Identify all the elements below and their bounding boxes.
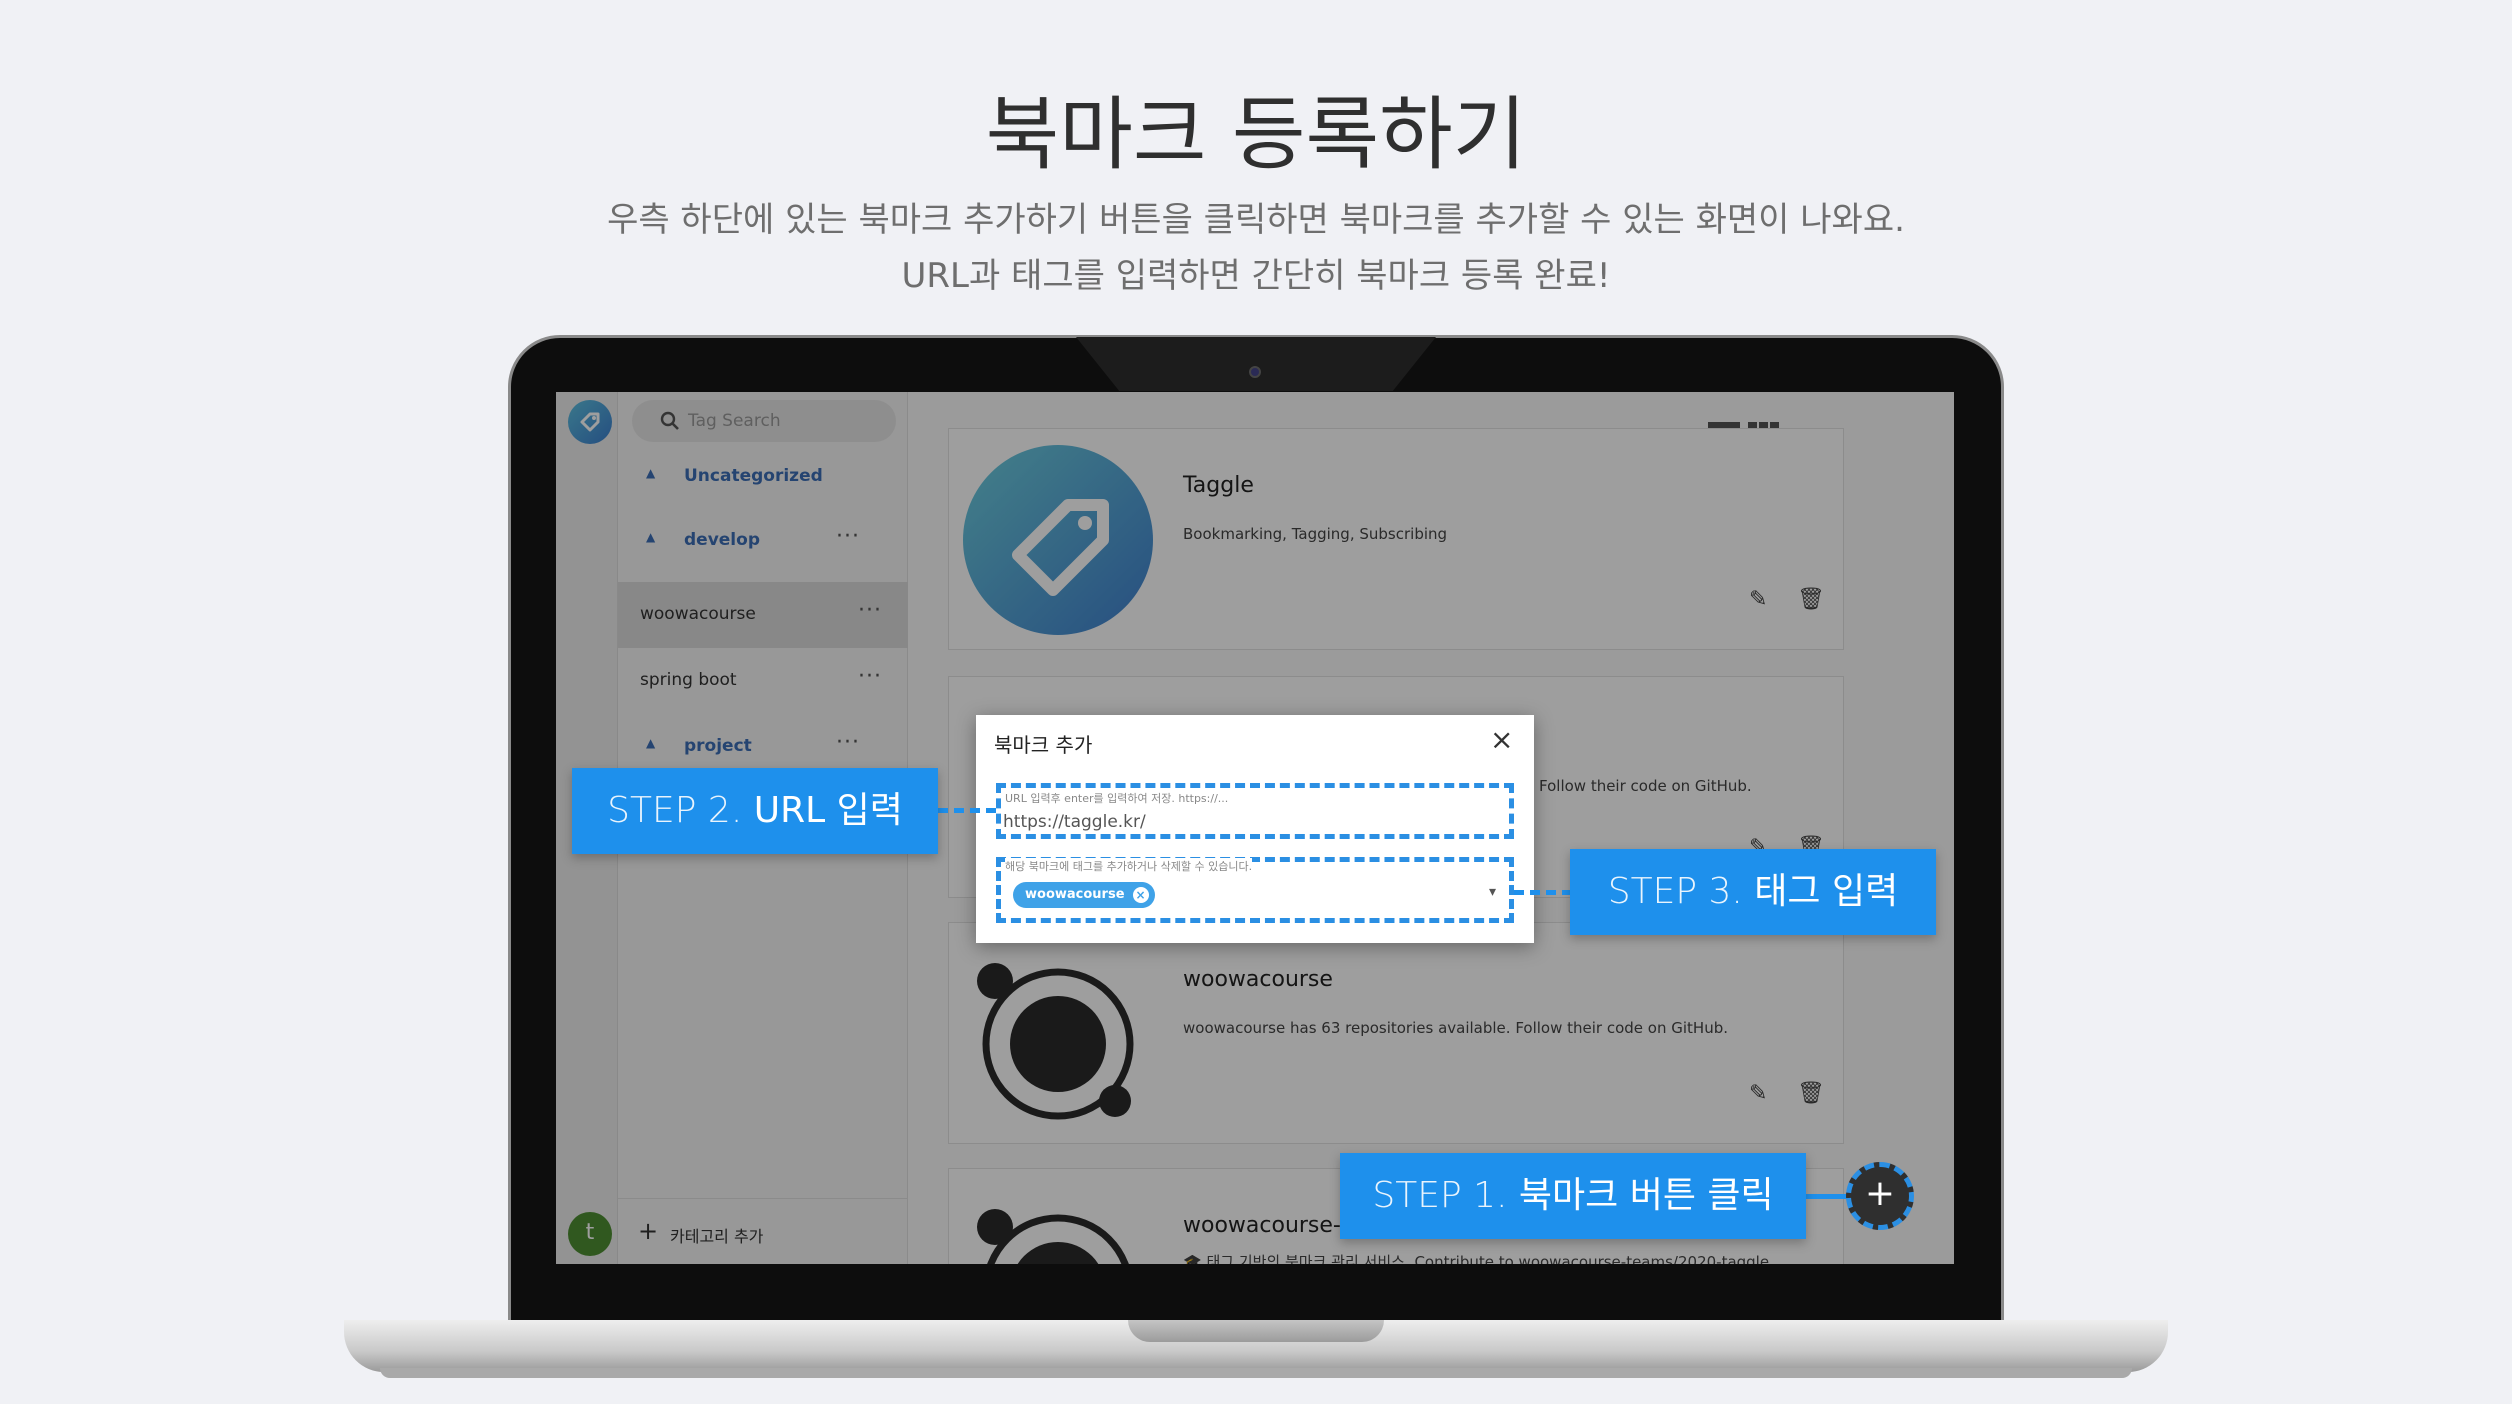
step3-callout: STEP 3. 태그 입력 xyxy=(1570,849,1936,935)
tag-hint: 해당 북마크에 태그를 추가하거나 삭제할 수 있습니다. xyxy=(1005,858,1253,874)
modal-title: 북마크 추가 xyxy=(994,733,1093,757)
url-hint: URL 입력후 enter를 입력하여 저장. https://... xyxy=(1005,792,1229,805)
page-headline: 북마크 등록하기 xyxy=(985,88,1527,181)
laptop-hinge xyxy=(1128,1320,1384,1342)
laptop-notch xyxy=(1076,337,1436,391)
laptop-camera xyxy=(1249,366,1261,378)
tag-field[interactable]: 해당 북마크에 태그를 추가하거나 삭제할 수 있습니다. woowacours… xyxy=(996,857,1514,923)
remove-tag-icon[interactable]: × xyxy=(1132,887,1149,903)
step3-connector xyxy=(1514,890,1570,895)
page-subtitle-line1: 우측 하단에 있는 북마크 추가하기 버튼을 클릭하면 북마크를 추가할 수 있… xyxy=(607,200,1905,240)
step1-connector xyxy=(1806,1194,1850,1199)
url-field[interactable]: URL 입력후 enter를 입력하여 저장. https://... http… xyxy=(996,783,1514,839)
url-value[interactable]: https://taggle.kr/ xyxy=(1003,812,1146,832)
step2-connector xyxy=(938,808,998,813)
step1-callout: STEP 1. 북마크 버튼 클릭 xyxy=(1340,1153,1806,1239)
add-bookmark-fab[interactable]: + xyxy=(1846,1162,1914,1230)
laptop-base-shadow xyxy=(380,1368,2132,1378)
chevron-down-icon[interactable]: ▾ xyxy=(1489,884,1496,900)
tag-chip[interactable]: woowacourse × xyxy=(1013,882,1155,908)
tag-chip-label: woowacourse xyxy=(1025,887,1125,902)
plus-icon: + xyxy=(1864,1173,1896,1214)
page-subtitle-line2: URL과 태그를 입력하면 간단히 북마크 등록 완료! xyxy=(901,256,1611,296)
step2-callout: STEP 2. URL 입력 xyxy=(572,768,938,854)
add-bookmark-modal: 북마크 추가 × URL 입력후 enter를 입력하여 저장. https:/… xyxy=(976,715,1534,943)
close-icon[interactable]: × xyxy=(1490,723,1513,756)
